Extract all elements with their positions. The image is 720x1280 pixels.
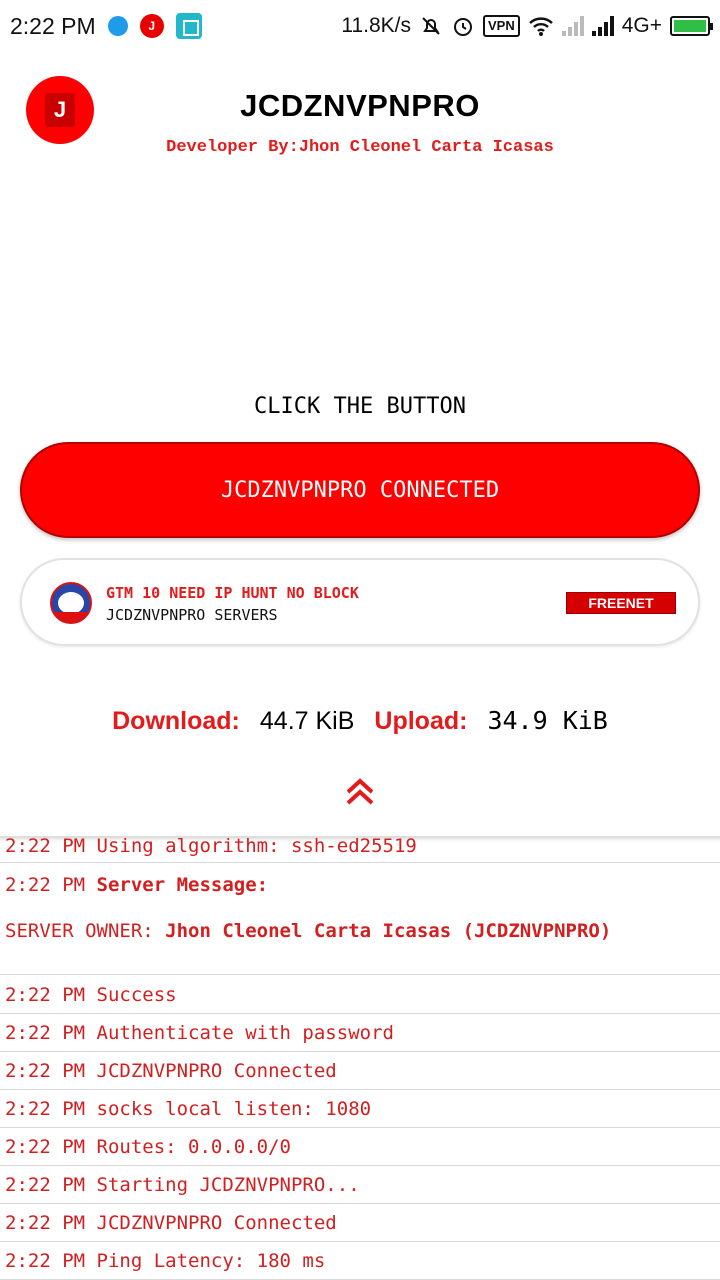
wifi-icon: [528, 17, 553, 36]
instruction-label: CLICK THE BUTTON: [254, 394, 466, 419]
alarm-icon: [453, 18, 472, 36]
log-row: 2:22 PM Ping Latency: 180 ms: [0, 1242, 720, 1280]
double-chevron-up-icon[interactable]: [344, 776, 376, 808]
signal-icon-2: [591, 16, 614, 36]
download-label: Download:: [112, 707, 240, 735]
log-row: 2:22 PM socks local listen: 1080: [0, 1090, 720, 1128]
signal-icon: [561, 16, 584, 36]
screen-record-icon: [175, 13, 202, 39]
log-row: 2:22 PM JCDZNVPNPRO Connected: [0, 1204, 720, 1242]
messenger-icon: [107, 16, 128, 36]
server-subtitle: JCDZNVPNPRO SERVERS: [106, 606, 278, 624]
log-row: 2:22 PM Success: [0, 976, 720, 1014]
upload-value: 34.9 KiB: [487, 706, 608, 735]
server-selector[interactable]: GTM 10 NEED IP HUNT NO BLOCK JCDZNVPNPRO…: [20, 558, 700, 646]
status-bar: 2:22 PM J 11.8K/s VPN 4G+: [0, 0, 720, 52]
upload-label: Upload:: [374, 707, 468, 735]
server-name: GTM 10 NEED IP HUNT NO BLOCK: [106, 584, 359, 602]
vpn-icon: VPN: [482, 15, 520, 37]
server-badge: FREENET: [566, 592, 676, 614]
battery-icon: [670, 16, 713, 36]
status-time: 2:22 PM: [10, 12, 96, 39]
mute-bell-icon: [422, 17, 440, 35]
network-type: 4G+: [621, 14, 662, 37]
traffic-stats: Download: 44.7 KiB Upload: 34.9 KiB: [0, 706, 720, 736]
network-speed: 11.8K/s: [341, 14, 411, 37]
app-j-icon: J: [139, 14, 164, 38]
log-row: 2:22 PM Server Message: SERVER OWNER: Jh…: [0, 863, 720, 975]
log-row: 2:22 PM Starting JCDZNVPNPRO...: [0, 1166, 720, 1204]
log-row: 2:22 PM Authenticate with password: [0, 1014, 720, 1052]
developer-credit: Developer By:Jhon Cleonel Carta Icasas: [166, 138, 554, 157]
log-row: 2:22 PM Routes: 0.0.0.0/0: [0, 1128, 720, 1166]
log-row: 2:22 PM Using algorithm: ssh-ed25519: [0, 837, 720, 863]
connect-button[interactable]: JCDZNVPNPRO CONNECTED: [20, 442, 700, 538]
download-value: 44.7 KiB: [259, 707, 355, 735]
app-title: JCDZNVPNPRO: [240, 88, 480, 123]
server-flag-icon: [50, 582, 92, 624]
connection-log[interactable]: 2:22 PM Using algorithm: ssh-ed25519 2:2…: [0, 836, 720, 1280]
log-row: 2:22 PM JCDZNVPNPRO Connected: [0, 1052, 720, 1090]
